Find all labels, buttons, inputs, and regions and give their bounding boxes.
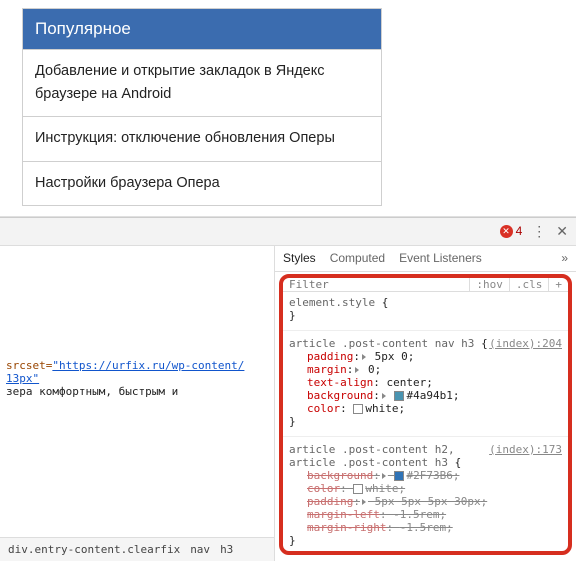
elements-source[interactable]: srcset="https://urfix.ru/wp-content/ 13p…	[0, 246, 274, 537]
widget-header: Популярное	[23, 9, 381, 49]
breadcrumb-item[interactable]: nav	[190, 543, 210, 556]
source-link[interactable]: (index):204	[489, 337, 562, 350]
error-count[interactable]: ✕ 4	[500, 224, 523, 238]
color-swatch[interactable]	[394, 391, 404, 401]
widget-item[interactable]: Добавление и открытие закладок в Яндекс …	[23, 49, 381, 116]
attr-value: "https://urfix.ru/wp-content/	[52, 359, 244, 372]
css-rule: (index):173 article .post-content h2, ar…	[289, 443, 562, 547]
css-rules[interactable]: element.style { } (index):204 article .p…	[283, 292, 568, 555]
tab-computed[interactable]: Computed	[330, 251, 385, 265]
cls-button[interactable]: .cls	[509, 278, 549, 291]
more-tabs-icon[interactable]: »	[561, 251, 568, 265]
filter-input[interactable]	[283, 278, 469, 291]
hov-button[interactable]: :hov	[469, 278, 509, 291]
widget-item[interactable]: Инструкция: отключение обновления Оперы	[23, 116, 381, 160]
devtools-toolbar: ✕ 4 ⋮ ✕	[0, 218, 576, 246]
expand-icon[interactable]	[355, 367, 359, 373]
add-rule-button[interactable]: +	[548, 278, 568, 291]
css-rule: (index):204 article .post-content nav h3…	[289, 337, 562, 428]
selector: element.style	[289, 296, 375, 309]
devtools: ✕ 4 ⋮ ✕ srcset="https://urfix.ru/wp-cont…	[0, 217, 576, 561]
styles-highlight: :hov .cls + element.style { } (index):20…	[279, 274, 572, 555]
source-link[interactable]: (index):173	[489, 443, 562, 456]
breadcrumb-item[interactable]: h3	[220, 543, 233, 556]
styles-panel: Styles Computed Event Listeners » :hov .…	[275, 246, 576, 561]
expand-icon[interactable]	[382, 473, 386, 479]
color-swatch[interactable]	[353, 484, 363, 494]
elements-panel: srcset="https://urfix.ru/wp-content/ 13p…	[0, 246, 275, 561]
selector: article .post-content nav h3	[289, 337, 474, 350]
error-icon: ✕	[500, 225, 513, 238]
selector: article .post-content h2, article .post-…	[289, 443, 455, 469]
breadcrumb: div.entry-content.clearfix nav h3	[0, 537, 274, 561]
expand-icon[interactable]	[362, 499, 366, 505]
sidebar-widget: Популярное Добавление и открытие закладо…	[22, 8, 382, 206]
dom-text: зера комфортным, быстрым и	[6, 385, 178, 398]
styles-tabs: Styles Computed Event Listeners »	[275, 246, 576, 272]
error-number: 4	[516, 224, 523, 238]
expand-icon[interactable]	[362, 354, 366, 360]
css-rule-inline: element.style { }	[289, 296, 562, 322]
tab-event-listeners[interactable]: Event Listeners	[399, 251, 482, 265]
filter-row: :hov .cls +	[283, 278, 568, 292]
color-swatch[interactable]	[394, 471, 404, 481]
page-content: Популярное Добавление и открытие закладо…	[0, 0, 576, 217]
tab-styles[interactable]: Styles	[283, 251, 316, 265]
close-icon[interactable]: ✕	[556, 223, 568, 240]
attr-value-2: 13px"	[6, 372, 39, 385]
widget-item[interactable]: Настройки браузера Опера	[23, 161, 381, 205]
attr-name: srcset=	[6, 359, 52, 372]
breadcrumb-item[interactable]: div.entry-content.clearfix	[8, 543, 180, 556]
expand-icon[interactable]	[382, 393, 386, 399]
kebab-icon[interactable]: ⋮	[532, 223, 546, 240]
devtools-body: srcset="https://urfix.ru/wp-content/ 13p…	[0, 246, 576, 561]
color-swatch[interactable]	[353, 404, 363, 414]
